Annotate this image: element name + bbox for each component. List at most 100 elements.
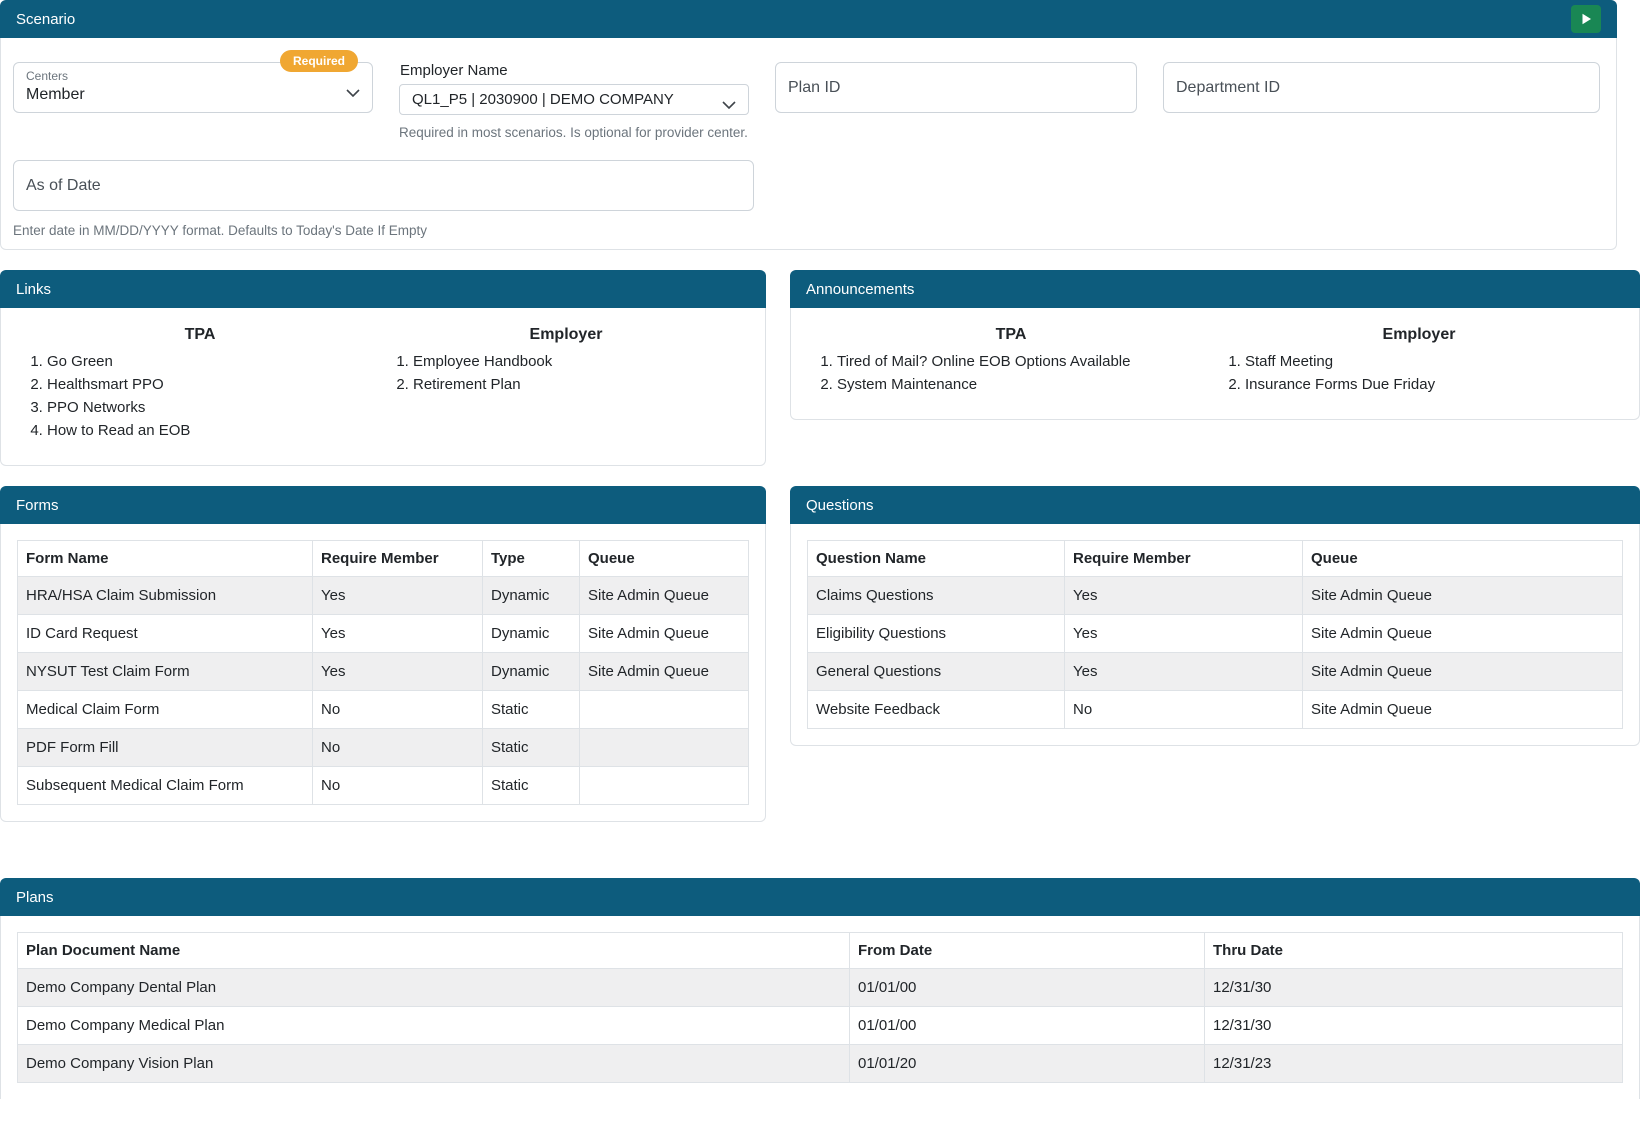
- as-of-date-input[interactable]: [13, 160, 754, 211]
- table-row: Website FeedbackNoSite Admin Queue: [808, 691, 1623, 729]
- forms-table: Form NameRequire MemberTypeQueue HRA/HSA…: [17, 540, 749, 805]
- table-cell: 01/01/20: [850, 1045, 1205, 1083]
- plan-id-input[interactable]: [775, 62, 1137, 113]
- questions-table: Question NameRequire MemberQueue Claims …: [807, 540, 1623, 729]
- link-item: How to Read an EOB: [47, 419, 383, 442]
- plans-table: Plan Document NameFrom DateThru Date Dem…: [17, 932, 1623, 1083]
- column-header: Thru Date: [1205, 933, 1623, 969]
- employer-name-field: Employer Name QL1_P5 | 2030900 | DEMO CO…: [399, 62, 749, 140]
- table-cell: 01/01/00: [850, 1007, 1205, 1045]
- table-cell: NYSUT Test Claim Form: [18, 653, 313, 691]
- table-cell: Claims Questions: [808, 577, 1065, 615]
- table-row: General QuestionsYesSite Admin Queue: [808, 653, 1623, 691]
- table-cell: Dynamic: [483, 653, 580, 691]
- table-row: PDF Form FillNoStatic: [18, 729, 749, 767]
- table-cell: Site Admin Queue: [580, 615, 749, 653]
- table-row: ID Card RequestYesDynamicSite Admin Queu…: [18, 615, 749, 653]
- employer-name-select[interactable]: QL1_P5 | 2030900 | DEMO COMPANY: [399, 84, 749, 115]
- scenario-panel-body: Required Centers Member Employer Name QL…: [0, 38, 1617, 250]
- table-row: Medical Claim FormNoStatic: [18, 691, 749, 729]
- panel-title: Plans: [16, 889, 54, 906]
- table-cell: Demo Company Vision Plan: [18, 1045, 850, 1083]
- forms-panel-body: Form NameRequire MemberTypeQueue HRA/HSA…: [0, 524, 766, 822]
- panel-title: Announcements: [806, 281, 914, 298]
- forms-questions-row: Forms Form NameRequire MemberTypeQueue H…: [0, 486, 1649, 822]
- column-header: Require Member: [1065, 541, 1303, 577]
- announcements-employer-list: Staff MeetingInsurance Forms Due Friday: [1215, 350, 1623, 396]
- table-cell: Static: [483, 729, 580, 767]
- table-row: Claims QuestionsYesSite Admin Queue: [808, 577, 1623, 615]
- table-row: Demo Company Vision Plan01/01/2012/31/23: [18, 1045, 1623, 1083]
- column-header: Queue: [1303, 541, 1623, 577]
- links-panel: Links TPA Go GreenHealthsmart PPOPPO Net…: [0, 270, 766, 466]
- table-cell: Eligibility Questions: [808, 615, 1065, 653]
- employer-name-value: QL1_P5 | 2030900 | DEMO COMPANY: [412, 91, 674, 108]
- scenario-panel: Scenario Required Centers Member Employe…: [0, 0, 1617, 250]
- table-cell: Yes: [313, 577, 483, 615]
- link-item: Retirement Plan: [413, 373, 749, 396]
- table-cell: No: [313, 767, 483, 805]
- table-cell: Dynamic: [483, 577, 580, 615]
- plans-panel: Plans Plan Document NameFrom DateThru Da…: [0, 878, 1640, 1099]
- column-header: Plan Document Name: [18, 933, 850, 969]
- questions-panel-header: Questions: [790, 486, 1640, 524]
- table-cell: PDF Form Fill: [18, 729, 313, 767]
- table-cell: Demo Company Dental Plan: [18, 969, 850, 1007]
- table-cell: General Questions: [808, 653, 1065, 691]
- links-employer-column: Employer Employee HandbookRetirement Pla…: [383, 324, 749, 442]
- links-panel-header: Links: [0, 270, 766, 308]
- table-header-row: Question NameRequire MemberQueue: [808, 541, 1623, 577]
- announcements-panel-body: TPA Tired of Mail? Online EOB Options Av…: [790, 308, 1640, 420]
- table-cell: Yes: [313, 615, 483, 653]
- table-cell: Site Admin Queue: [1303, 653, 1623, 691]
- table-cell: No: [1065, 691, 1303, 729]
- table-cell: Yes: [1065, 615, 1303, 653]
- column-heading: Employer: [1215, 326, 1623, 344]
- centers-value: Member: [26, 84, 338, 105]
- column-header: Form Name: [18, 541, 313, 577]
- as-of-date-row: Enter date in MM/DD/YYYY format. Default…: [13, 160, 1604, 238]
- table-cell: [580, 729, 749, 767]
- announcements-tpa-list: Tired of Mail? Online EOB Options Availa…: [807, 350, 1215, 396]
- table-row: Demo Company Dental Plan01/01/0012/31/30: [18, 969, 1623, 1007]
- table-row: NYSUT Test Claim FormYesDynamicSite Admi…: [18, 653, 749, 691]
- announcements-employer-column: Employer Staff MeetingInsurance Forms Du…: [1215, 324, 1623, 396]
- column-header: Type: [483, 541, 580, 577]
- table-cell: 01/01/00: [850, 969, 1205, 1007]
- link-item: PPO Networks: [47, 396, 383, 419]
- table-cell: Medical Claim Form: [18, 691, 313, 729]
- questions-panel-body: Question NameRequire MemberQueue Claims …: [790, 524, 1640, 746]
- questions-table-body: Claims QuestionsYesSite Admin QueueEligi…: [808, 577, 1623, 729]
- panel-title: Forms: [16, 497, 59, 514]
- table-cell: Subsequent Medical Claim Form: [18, 767, 313, 805]
- table-cell: 12/31/23: [1205, 1045, 1623, 1083]
- table-cell: Yes: [1065, 577, 1303, 615]
- panel-title: Questions: [806, 497, 874, 514]
- centers-select[interactable]: Required Centers Member: [13, 62, 373, 113]
- plans-table-body: Demo Company Dental Plan01/01/0012/31/30…: [18, 969, 1623, 1083]
- table-cell: Site Admin Queue: [1303, 577, 1623, 615]
- department-id-input[interactable]: [1163, 62, 1600, 113]
- links-panel-body: TPA Go GreenHealthsmart PPOPPO NetworksH…: [0, 308, 766, 466]
- play-icon: [1581, 13, 1592, 25]
- column-header: Question Name: [808, 541, 1065, 577]
- column-heading: TPA: [807, 326, 1215, 344]
- questions-panel: Questions Question NameRequire MemberQue…: [790, 486, 1640, 746]
- table-cell: 12/31/30: [1205, 969, 1623, 1007]
- scenario-fields-row: Required Centers Member Employer Name QL…: [13, 62, 1604, 140]
- table-cell: [580, 767, 749, 805]
- table-cell: Website Feedback: [808, 691, 1065, 729]
- table-cell: ID Card Request: [18, 615, 313, 653]
- forms-panel: Forms Form NameRequire MemberTypeQueue H…: [0, 486, 766, 822]
- table-cell: Yes: [1065, 653, 1303, 691]
- plans-panel-header: Plans: [0, 878, 1640, 916]
- table-cell: No: [313, 691, 483, 729]
- column-heading: Employer: [383, 326, 749, 344]
- run-scenario-button[interactable]: [1571, 5, 1601, 33]
- announcement-item: Insurance Forms Due Friday: [1245, 373, 1623, 396]
- link-item: Healthsmart PPO: [47, 373, 383, 396]
- forms-panel-header: Forms: [0, 486, 766, 524]
- table-row: Eligibility QuestionsYesSite Admin Queue: [808, 615, 1623, 653]
- table-cell: Dynamic: [483, 615, 580, 653]
- table-cell: No: [313, 729, 483, 767]
